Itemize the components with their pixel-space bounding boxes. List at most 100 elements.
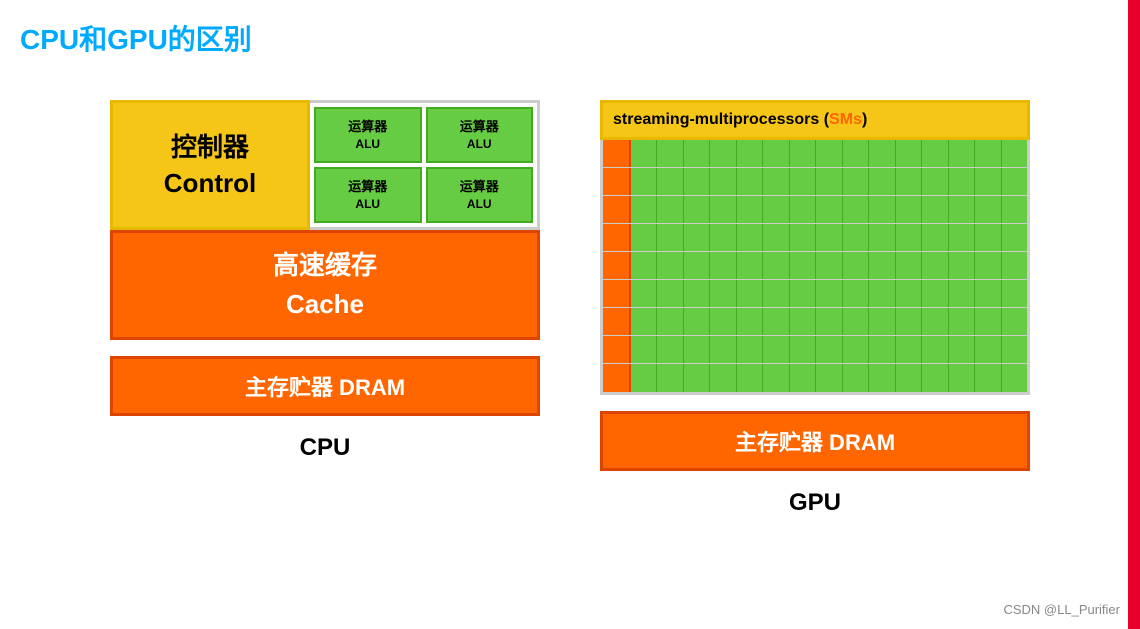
gpu-cell [843,364,869,392]
gpu-cell [763,224,789,251]
gpu-cell [816,224,842,251]
gpu-dram-block: 主存贮器 DRAM [600,411,1030,471]
gpu-cell [949,168,975,195]
gpu-cell [790,196,816,223]
gpu-cell [816,364,842,392]
sm-header: streaming-multiprocessors (SMs) [600,100,1030,140]
gpu-cell [657,308,683,335]
gpu-cell [896,224,922,251]
gpu-cell [816,140,842,167]
gpu-cell [922,224,948,251]
gpu-cell [949,280,975,307]
gpu-cell [949,308,975,335]
gpu-row [603,168,1027,196]
gpu-cell [710,224,736,251]
gpu-cell [922,308,948,335]
gpu-cell [763,364,789,392]
gpu-cell [631,308,657,335]
gpu-row-left-9 [603,364,631,392]
gpu-cell [896,280,922,307]
cpu-dram-block: 主存贮器 DRAM [110,356,540,416]
gpu-cell [737,168,763,195]
gpu-cell [710,280,736,307]
gpu-cell [869,224,895,251]
gpu-cell [710,364,736,392]
gpu-cell [1002,224,1027,251]
gpu-cell [657,224,683,251]
gpu-grid-container [600,140,1030,395]
alu-cell-4: 运算器 ALU [426,167,534,223]
diagrams-container: 控制器 Control 运算器 ALU 运算器 ALU 运算器 ALU 运算器 [0,100,1140,517]
gpu-cell [869,364,895,392]
gpu-cell [869,280,895,307]
gpu-cell [1002,336,1027,363]
gpu-row-left-8 [603,336,631,363]
gpu-cell [790,140,816,167]
gpu-cell [631,140,657,167]
alu-cell-1: 运算器 ALU [314,107,422,163]
alu-grid: 运算器 ALU 运算器 ALU 运算器 ALU 运算器 ALU [310,100,540,230]
gpu-cell [843,336,869,363]
gpu-cell [657,196,683,223]
gpu-cell [631,364,657,392]
gpu-cell [657,336,683,363]
gpu-cell [763,196,789,223]
gpu-row-cells-1 [631,140,1027,167]
gpu-cell [710,196,736,223]
gpu-row-cells-3 [631,196,1027,223]
gpu-cell [975,140,1001,167]
gpu-row-left-7 [603,308,631,335]
gpu-cell [816,168,842,195]
gpu-cell [657,280,683,307]
gpu-cell [737,308,763,335]
gpu-row-cells-6 [631,280,1027,307]
sm-close-text: ) [862,111,867,129]
gpu-cell [684,168,710,195]
gpu-cell [1002,280,1027,307]
alu-cell-3: 运算器 ALU [314,167,422,223]
gpu-diagram: streaming-multiprocessors (SMs) [600,100,1030,517]
gpu-cell [790,308,816,335]
alu-en-2: ALU [467,136,492,153]
gpu-cell [684,224,710,251]
gpu-cell [896,308,922,335]
gpu-cell [816,252,842,279]
gpu-cell [843,196,869,223]
gpu-cell [737,224,763,251]
watermark: CSDN @LL_Purifier [1003,602,1120,617]
control-en-label: Control [164,165,256,201]
gpu-cell [737,364,763,392]
gpu-row [603,308,1027,336]
gpu-cell [710,140,736,167]
gpu-row-left-6 [603,280,631,307]
gpu-row [603,252,1027,280]
gpu-cell [1002,140,1027,167]
gpu-cell [763,168,789,195]
gpu-cell [816,336,842,363]
gpu-cell [896,252,922,279]
gpu-cell [657,364,683,392]
gpu-row-cells-7 [631,308,1027,335]
gpu-cell [869,252,895,279]
gpu-cell [922,168,948,195]
gpu-diagram-label: GPU [789,489,841,517]
gpu-cell [896,336,922,363]
gpu-cell [1002,364,1027,392]
gpu-cell [763,336,789,363]
gpu-cell [843,224,869,251]
gpu-cell [949,224,975,251]
alu-cell-2: 运算器 ALU [426,107,534,163]
alu-en-3: ALU [355,196,380,213]
cpu-diagram: 控制器 Control 运算器 ALU 运算器 ALU 运算器 ALU 运算器 [110,100,540,462]
gpu-cell [843,252,869,279]
gpu-cell [631,336,657,363]
gpu-cell [922,252,948,279]
sm-label-text: streaming-multiprocessors ( [613,111,829,129]
gpu-cell [737,280,763,307]
gpu-row-left-3 [603,196,631,223]
gpu-row-cells-9 [631,364,1027,392]
gpu-cell [922,364,948,392]
gpu-cell [869,140,895,167]
gpu-cell [816,308,842,335]
gpu-cell [737,336,763,363]
